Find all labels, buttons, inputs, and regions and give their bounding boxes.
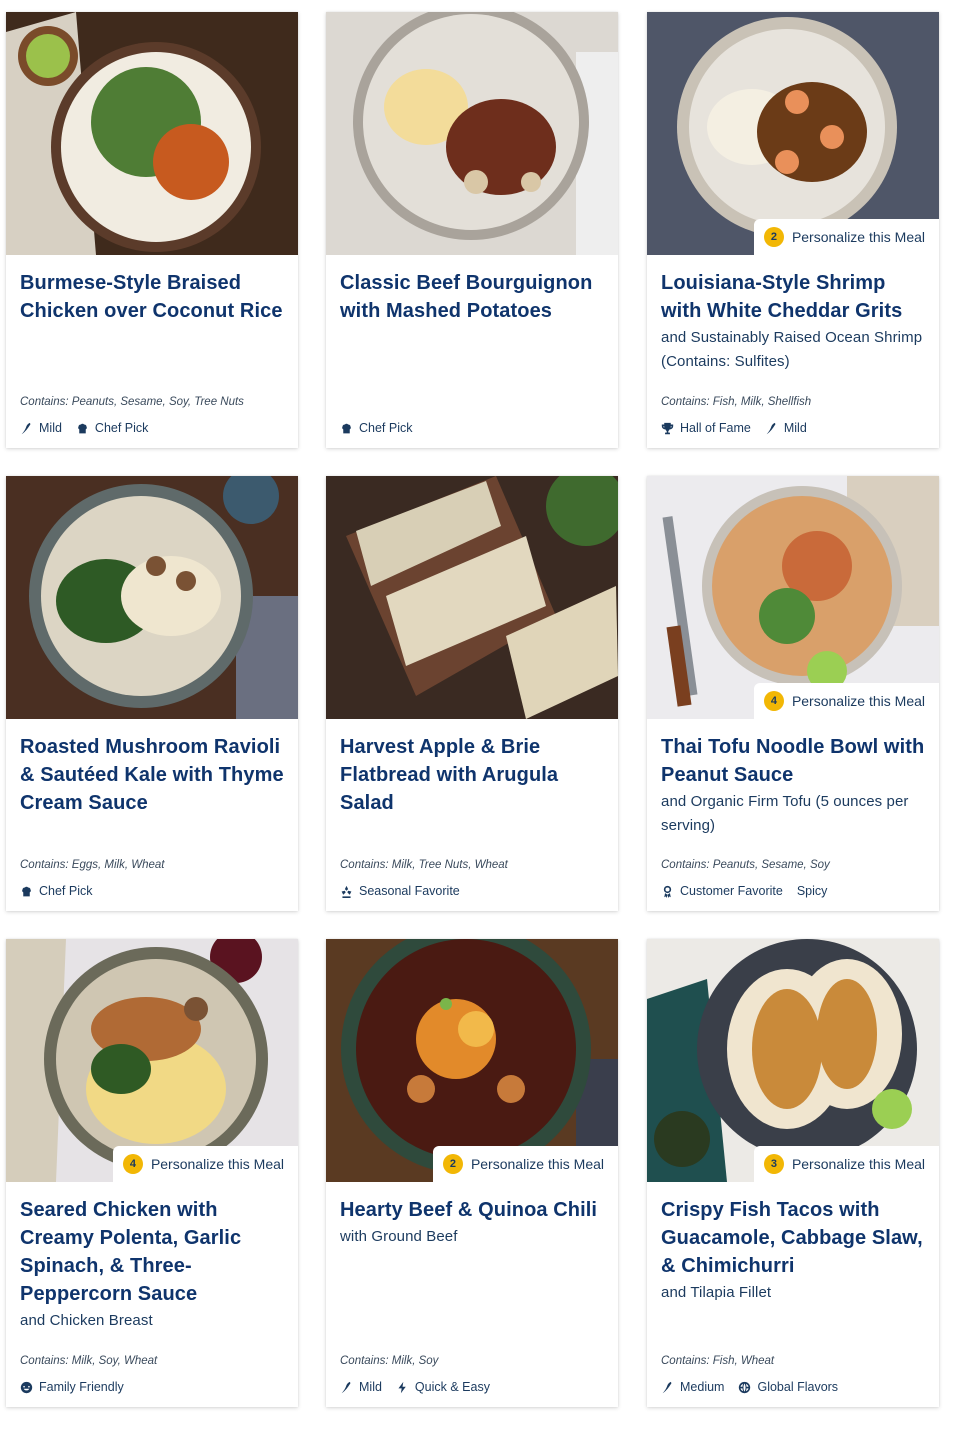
- personalize-count-badge: 4: [122, 1154, 143, 1174]
- chef-hat-icon: [78, 423, 87, 433]
- personalize-meal-button[interactable]: 4 Personalize this Meal: [753, 683, 939, 719]
- tag-medium: Medium: [661, 1380, 724, 1394]
- allergen-text: Contains: Peanuts, Sesame, Soy: [661, 859, 830, 871]
- personalize-count-badge: 3: [763, 1154, 784, 1174]
- meal-tags: Hall of Fame Mild: [661, 421, 807, 435]
- allergen-text: Contains: Eggs, Milk, Wheat: [20, 859, 165, 871]
- meal-title[interactable]: Roasted Mushroom Ravioli & Sautéed Kale …: [20, 733, 286, 817]
- tag-mild: Mild: [20, 421, 62, 435]
- meal-title[interactable]: Burmese-Style Braised Chicken over Cocon…: [20, 269, 286, 325]
- meal-tags: Chef Pick: [340, 421, 413, 435]
- meal-title[interactable]: Thai Tofu Noodle Bowl with Peanut Sauce a…: [661, 733, 927, 838]
- allergen-text: Contains: Peanuts, Sesame, Soy, Tree Nut…: [20, 396, 244, 408]
- personalize-count-badge: 4: [763, 691, 784, 711]
- meal-title[interactable]: Hearty Beef & Quinoa Chili with Ground Be…: [340, 1196, 606, 1249]
- meal-card[interactable]: 4 Personalize this Meal Seared Chicken w…: [6, 939, 298, 1407]
- bolt-icon: [398, 1381, 406, 1393]
- meal-card[interactable]: 3 Personalize this Meal Crispy Fish Taco…: [647, 939, 939, 1407]
- chef-hat-icon: [342, 423, 351, 433]
- seasonal-icon: [341, 885, 352, 898]
- tag-chef-pick: Chef Pick: [340, 421, 413, 435]
- ribbon-icon: [663, 885, 672, 898]
- chili-icon: [21, 422, 31, 434]
- meal-photo[interactable]: 4 Personalize this Meal: [647, 476, 939, 719]
- meal-title[interactable]: Crispy Fish Tacos with Guacamole, Cabbag…: [661, 1196, 927, 1305]
- meal-subtitle: and Chicken Breast: [20, 1312, 153, 1329]
- tag-seasonal-favorite: Seasonal Favorite: [340, 884, 460, 898]
- meal-title[interactable]: Seared Chicken with Creamy Polenta, Garl…: [20, 1196, 286, 1333]
- meal-card[interactable]: 2 Personalize this Meal Louisiana-Style …: [647, 12, 939, 448]
- chef-hat-icon: [22, 886, 31, 896]
- meal-tags: Medium Global Flavors: [661, 1380, 838, 1394]
- meal-tags: Chef Pick: [20, 884, 93, 898]
- personalize-meal-button[interactable]: 4 Personalize this Meal: [112, 1146, 298, 1182]
- meal-title[interactable]: Classic Beef Bourguignon with Mashed Pot…: [340, 269, 606, 325]
- meal-title[interactable]: Louisiana-Style Shrimp with White Chedda…: [661, 269, 927, 374]
- meal-photo[interactable]: [6, 12, 298, 255]
- globe-icon: [739, 1381, 751, 1393]
- meal-photo[interactable]: [326, 476, 618, 719]
- meal-subtitle: and Tilapia Fillet: [661, 1284, 772, 1301]
- allergen-text: Contains: Milk, Soy, Wheat: [20, 1355, 158, 1367]
- meal-photo[interactable]: 2 Personalize this Meal: [326, 939, 618, 1182]
- tag-family-friendly: Family Friendly: [20, 1380, 124, 1394]
- smile-icon: [20, 1381, 33, 1393]
- tag-chef-pick: Chef Pick: [76, 421, 148, 435]
- meal-subtitle: and Sustainably Raised Ocean Shrimp (Con…: [661, 329, 923, 370]
- meal-card[interactable]: Harvest Apple & Brie Flatbread with Arug…: [326, 476, 618, 911]
- tag-mild: Mild: [765, 421, 807, 435]
- tag-global-flavors: Global Flavors: [738, 1380, 838, 1394]
- meal-photo[interactable]: 4 Personalize this Meal: [6, 939, 298, 1182]
- meal-tags: Seasonal Favorite: [340, 884, 460, 898]
- meal-card[interactable]: Burmese-Style Braised Chicken over Cocon…: [6, 12, 298, 448]
- meal-card[interactable]: 4 Personalize this Meal Thai Tofu Noodle…: [647, 476, 939, 911]
- tag-mild: Mild: [340, 1380, 382, 1394]
- allergen-text: Contains: Fish, Milk, Shellfish: [661, 396, 812, 408]
- personalize-meal-button[interactable]: 3 Personalize this Meal: [753, 1146, 939, 1182]
- meal-photo[interactable]: 2 Personalize this Meal: [647, 12, 939, 255]
- tag-quick-easy: Quick & Easy: [396, 1380, 490, 1394]
- allergen-text: Contains: Milk, Soy: [340, 1355, 439, 1367]
- meal-card[interactable]: Roasted Mushroom Ravioli & Sautéed Kale …: [6, 476, 298, 911]
- meal-photo[interactable]: [326, 12, 618, 255]
- tag-customer-favorite: Customer Favorite: [661, 884, 783, 898]
- meal-subtitle: and Organic Firm Tofu (5 ounces per serv…: [661, 793, 909, 834]
- chili-icon: [341, 1381, 351, 1393]
- tag-spicy: Spicy: [796, 884, 828, 898]
- personalize-count-badge: 2: [442, 1154, 463, 1174]
- meal-card[interactable]: Classic Beef Bourguignon with Mashed Pot…: [326, 12, 618, 448]
- meal-tags: Customer Favorite Spicy: [661, 884, 827, 898]
- trophy-icon: [661, 422, 674, 434]
- personalize-meal-button[interactable]: 2 Personalize this Meal: [753, 219, 939, 255]
- meal-subtitle: with Ground Beef: [340, 1228, 458, 1245]
- tag-chef-pick: Chef Pick: [20, 884, 93, 898]
- tag-hall-of-fame: Hall of Fame: [661, 421, 751, 435]
- chili-icon: [766, 422, 776, 434]
- meal-card[interactable]: 2 Personalize this Meal Hearty Beef & Qu…: [326, 939, 618, 1407]
- meal-photo[interactable]: 3 Personalize this Meal: [647, 939, 939, 1182]
- meal-tags: Mild Chef Pick: [20, 421, 148, 435]
- personalize-count-badge: 2: [763, 227, 784, 247]
- meal-tags: Mild Quick & Easy: [340, 1380, 490, 1394]
- personalize-meal-button[interactable]: 2 Personalize this Meal: [432, 1146, 618, 1182]
- meal-photo[interactable]: [6, 476, 298, 719]
- allergen-text: Contains: Milk, Tree Nuts, Wheat: [340, 859, 508, 871]
- meal-title[interactable]: Harvest Apple & Brie Flatbread with Arug…: [340, 733, 606, 817]
- allergen-text: Contains: Fish, Wheat: [661, 1355, 775, 1367]
- meal-tags: Family Friendly: [20, 1380, 124, 1394]
- chili-icon: [662, 1381, 672, 1393]
